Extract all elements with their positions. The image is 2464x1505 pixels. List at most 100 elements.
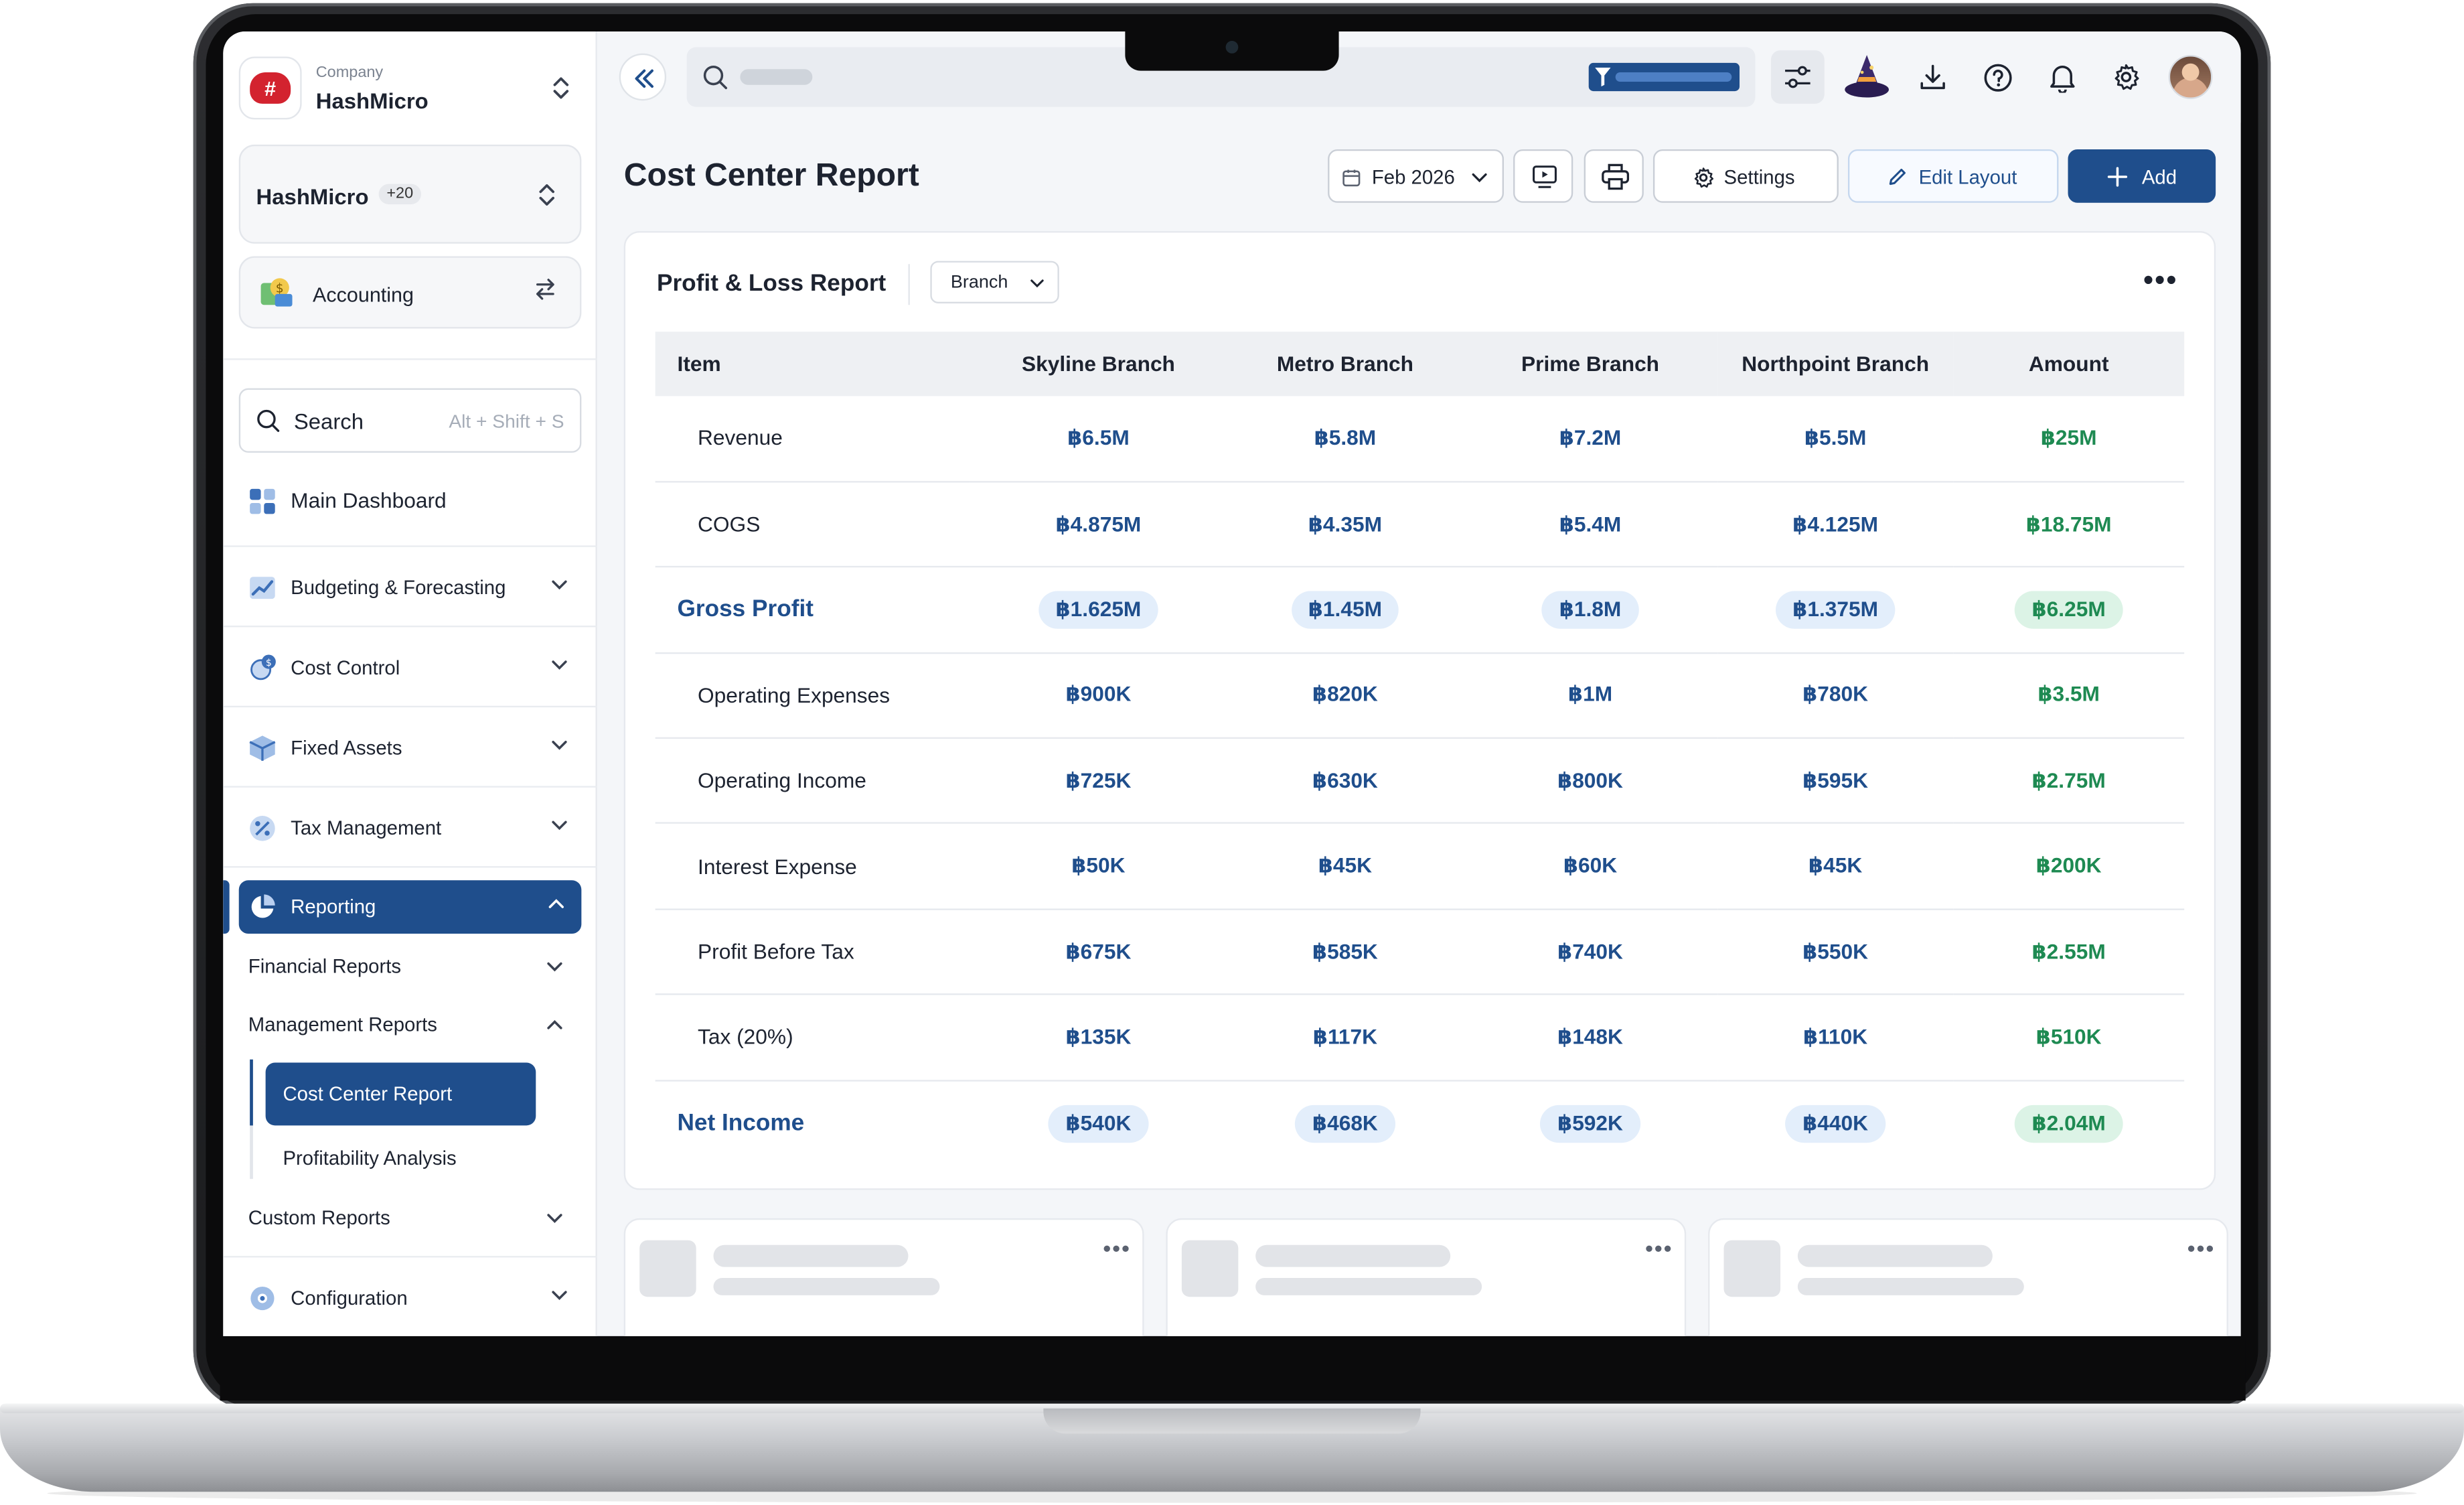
sidebar-item-main-dashboard[interactable]: Main Dashboard — [239, 475, 585, 528]
settings-button[interactable]: Settings — [1652, 149, 1839, 203]
print-button[interactable] — [1584, 149, 1644, 203]
row-item: Revenue — [655, 396, 970, 483]
value-pill: ฿540K — [1048, 1104, 1149, 1143]
module-switcher[interactable]: $ Accounting — [238, 256, 582, 329]
gear-icon — [1694, 167, 1714, 188]
skeleton-line — [713, 1244, 909, 1267]
chevron-up-down-icon — [539, 184, 554, 206]
page-title: Cost Center Report — [623, 157, 919, 194]
table-row-total[interactable]: Net Income ฿540K ฿468K ฿592K ฿440K ฿2.04… — [656, 1080, 2185, 1166]
edit-layout-button[interactable]: Edit Layout — [1847, 149, 2059, 203]
collapse-sidebar-button[interactable] — [619, 53, 667, 101]
preferences-button[interactable] — [1770, 50, 1825, 104]
gear-icon — [2114, 64, 2139, 90]
cell-amount: ฿200K — [1953, 823, 2185, 910]
sidebar-item-cost-control[interactable]: $ Cost Control — [239, 642, 585, 695]
settings-label: Settings — [1723, 166, 1795, 189]
settings-button[interactable] — [2106, 56, 2147, 97]
bell-icon — [2049, 64, 2074, 92]
sidebar-item-label: Cost Control — [291, 657, 400, 679]
table-row-total[interactable]: Gross Profit ฿1.625M ฿1.45M ฿1.8M ฿1.375… — [655, 567, 2185, 654]
more-options-icon[interactable]: ••• — [1103, 1236, 1132, 1261]
sidebar-sub-profitability-analysis[interactable]: Profitability Analysis — [283, 1147, 456, 1169]
help-button[interactable] — [1977, 56, 2017, 97]
divider — [223, 545, 597, 547]
chevron-down-icon[interactable] — [545, 957, 564, 976]
skeleton-line — [1797, 1244, 1993, 1267]
sidebar-sub-management-reports[interactable]: Management Reports — [248, 1014, 437, 1036]
sidebar-sub-custom-reports[interactable]: Custom Reports — [248, 1207, 390, 1229]
divider — [223, 358, 597, 360]
table-row[interactable]: Tax (20%) ฿135K ฿117K ฿148K ฿110K ฿510K — [655, 994, 2185, 1081]
cell-value: ฿135K — [970, 994, 1227, 1081]
company-switcher[interactable]: # Company HashMicro — [238, 56, 585, 125]
more-options-icon[interactable]: ••• — [2187, 1236, 2216, 1261]
row-item: Gross Profit — [655, 567, 970, 654]
cell-value: ฿1.625M — [970, 567, 1227, 654]
box-icon — [249, 735, 276, 761]
cell-amount: ฿2.55M — [1953, 909, 2185, 996]
download-button[interactable] — [1912, 56, 1953, 97]
sidebar-search-input[interactable]: Search Alt + Shift + S — [238, 388, 582, 453]
sidebar-item-label: Tax Management — [291, 817, 442, 840]
column-header: Metro Branch — [1227, 332, 1463, 397]
sliders-icon — [1785, 66, 1811, 88]
table-row[interactable]: Profit Before Tax ฿675K ฿585K ฿740K ฿550… — [655, 909, 2185, 996]
date-picker[interactable]: Feb 2026 — [1328, 149, 1504, 203]
search-filter-button[interactable] — [1588, 62, 1740, 92]
cell-value: ฿5.5M — [1717, 396, 1954, 483]
workspace-count-badge: +20 — [378, 184, 421, 205]
cell-amount: ฿18.75M — [1953, 482, 2185, 568]
user-avatar[interactable] — [2168, 55, 2213, 99]
value-pill: ฿592K — [1540, 1104, 1640, 1143]
laptop-mockup: # Company HashMicro HashMicro +20 $ Acco… — [0, 0, 2464, 1505]
more-options-icon[interactable]: ••• — [1645, 1236, 1673, 1261]
cell-value: ฿5.4M — [1462, 482, 1718, 568]
ai-wizard-button[interactable] — [1842, 54, 1892, 100]
add-button[interactable]: Add — [2068, 149, 2216, 203]
table-row[interactable]: Revenue ฿6.5M ฿5.8M ฿7.2M ฿5.5M ฿25M — [655, 396, 2185, 483]
cell-value: ฿148K — [1462, 994, 1718, 1081]
cell-value: ฿800K — [1462, 738, 1718, 825]
sidebar-item-label: Fixed Assets — [291, 737, 402, 760]
table-row[interactable]: Operating Income ฿725K ฿630K ฿800K ฿595K… — [655, 738, 2185, 825]
chevron-down-icon — [552, 660, 567, 670]
chevron-down-icon[interactable] — [545, 1209, 564, 1228]
gear-coin-icon: $ — [250, 654, 276, 680]
chevron-down-icon — [552, 1291, 567, 1301]
double-chevron-left-icon — [635, 69, 653, 88]
cell-value: ฿592K — [1463, 1080, 1717, 1166]
cell-value: ฿595K — [1717, 738, 1954, 825]
camera-icon — [1225, 41, 1239, 54]
row-item: Operating Income — [655, 738, 970, 825]
sidebar-item-budgeting[interactable]: Budgeting & Forecasting — [239, 561, 585, 615]
branch-filter-dropdown[interactable]: Branch — [930, 261, 1059, 303]
sidebar-sub-cost-center-report[interactable]: Cost Center Report — [265, 1062, 536, 1126]
notifications-button[interactable] — [2042, 56, 2082, 97]
cell-value: ฿60K — [1462, 823, 1718, 910]
sidebar-item-configuration[interactable]: Configuration — [239, 1272, 585, 1325]
plus-icon — [2107, 167, 2128, 187]
cell-amount: ฿2.04M — [1953, 1080, 2184, 1166]
table-header-row: Item Skyline Branch Metro Branch Prime B… — [655, 332, 2185, 397]
chevron-up-icon[interactable] — [545, 1015, 564, 1034]
table-row[interactable]: Operating Expenses ฿900K ฿820K ฿1M ฿780K… — [655, 652, 2185, 739]
chevron-down-icon — [1472, 173, 1487, 183]
divider — [908, 264, 910, 305]
workspace-selector[interactable]: HashMicro +20 — [238, 144, 582, 244]
company-logo: # — [238, 56, 302, 120]
sidebar-sub-financial-reports[interactable]: Financial Reports — [248, 956, 401, 978]
cell-value: ฿820K — [1227, 652, 1463, 739]
table-row[interactable]: Interest Expense ฿50K ฿45K ฿60K ฿45K ฿20… — [655, 823, 2185, 910]
table-row[interactable]: COGS ฿4.875M ฿4.35M ฿5.4M ฿4.125M ฿18.75… — [655, 482, 2185, 568]
cell-value: ฿1.375M — [1717, 567, 1954, 654]
sidebar-item-fixed-assets[interactable]: Fixed Assets — [239, 721, 585, 775]
present-button[interactable] — [1513, 149, 1573, 203]
row-item: Interest Expense — [655, 823, 970, 910]
value-pill: ฿440K — [1785, 1104, 1885, 1143]
sidebar-item-reporting[interactable]: Reporting — [238, 880, 582, 934]
camera-notch — [1125, 31, 1339, 71]
cell-value: ฿1.45M — [1227, 567, 1463, 654]
sidebar-item-tax-management[interactable]: Tax Management — [239, 802, 585, 855]
more-options-icon[interactable]: ••• — [2143, 266, 2177, 294]
